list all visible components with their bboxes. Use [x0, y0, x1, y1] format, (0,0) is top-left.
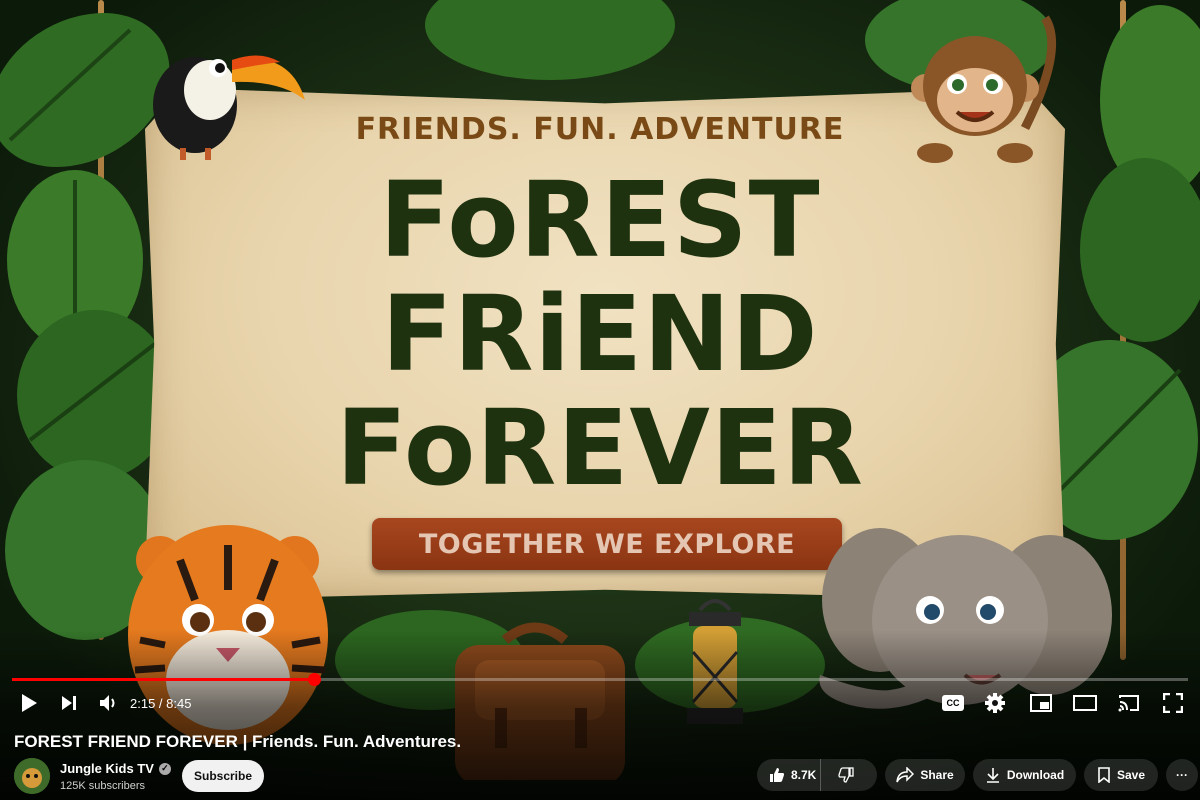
- gear-icon: [985, 693, 1005, 713]
- captions-icon: CC: [942, 695, 964, 711]
- save-button[interactable]: Save: [1084, 759, 1158, 791]
- subscriber-count: 125K subscribers: [60, 780, 145, 792]
- next-icon: [62, 696, 76, 710]
- progress-played: [12, 678, 315, 681]
- download-icon: [986, 768, 999, 783]
- theater-icon: [1073, 695, 1097, 711]
- time-display: 2:15 / 8:45: [130, 696, 192, 711]
- verified-icon: ✓: [158, 762, 171, 775]
- fullscreen-button[interactable]: [1160, 690, 1186, 716]
- next-button[interactable]: [56, 690, 82, 716]
- share-button[interactable]: Share: [885, 759, 965, 791]
- save-label: Save: [1116, 768, 1146, 782]
- banner-title-line-2: FRiEND: [381, 273, 819, 395]
- like-dislike-group: 8.7K: [757, 759, 877, 791]
- video-player[interactable]: FRIENDS. FUN. ADVENTURE FoREST FRiEND Fo…: [0, 0, 1200, 800]
- like-count: 8.7K: [791, 768, 817, 782]
- cast-icon: [1118, 695, 1139, 712]
- share-icon: [896, 767, 915, 783]
- miniplayer-icon: [1030, 694, 1052, 712]
- subscribe-button[interactable]: Subscribe: [182, 760, 264, 792]
- miniplayer-button[interactable]: [1028, 690, 1054, 716]
- avatar[interactable]: [14, 758, 50, 794]
- download-button[interactable]: Download: [973, 759, 1076, 791]
- theater-button[interactable]: [1072, 690, 1098, 716]
- banner-title-line-3: FoREVER: [335, 387, 864, 509]
- like-button[interactable]: 8.7K: [757, 759, 821, 791]
- volume-icon: [100, 695, 115, 711]
- play-button[interactable]: [16, 690, 42, 716]
- banner-title-line-1: FoREST: [379, 159, 821, 281]
- channel-name-text[interactable]: Jungle Kids TV: [60, 761, 154, 776]
- dislike-button[interactable]: [821, 759, 871, 791]
- download-label: Download: [1006, 768, 1065, 782]
- thumbs-up-icon: [770, 768, 784, 782]
- play-icon: [22, 694, 37, 712]
- settings-button[interactable]: [982, 690, 1008, 716]
- more-actions-button[interactable]: ···: [1166, 759, 1198, 791]
- channel-logo-icon: [14, 758, 50, 794]
- toucan-icon: [153, 55, 305, 160]
- progress-bar[interactable]: [12, 673, 1188, 686]
- monkey-icon: [911, 15, 1057, 163]
- captions-label: CC: [946, 698, 960, 708]
- video-title[interactable]: FOREST FRIEND FOREVER | Friends. Fun. Ad…: [14, 732, 461, 752]
- more-icon: ···: [1176, 768, 1188, 782]
- monstera-leaf-icon: [425, 0, 675, 80]
- banner-ribbon: TOGETHER WE EXPLORE: [372, 518, 842, 570]
- fullscreen-icon: [1163, 693, 1183, 713]
- thumbs-down-icon: [838, 767, 854, 783]
- channel-name[interactable]: Jungle Kids TV ✓: [60, 761, 171, 776]
- cast-button[interactable]: [1116, 690, 1142, 716]
- volume-button[interactable]: [96, 690, 122, 716]
- share-label: Share: [920, 768, 954, 782]
- captions-button[interactable]: CC: [940, 690, 966, 716]
- bookmark-icon: [1098, 767, 1110, 783]
